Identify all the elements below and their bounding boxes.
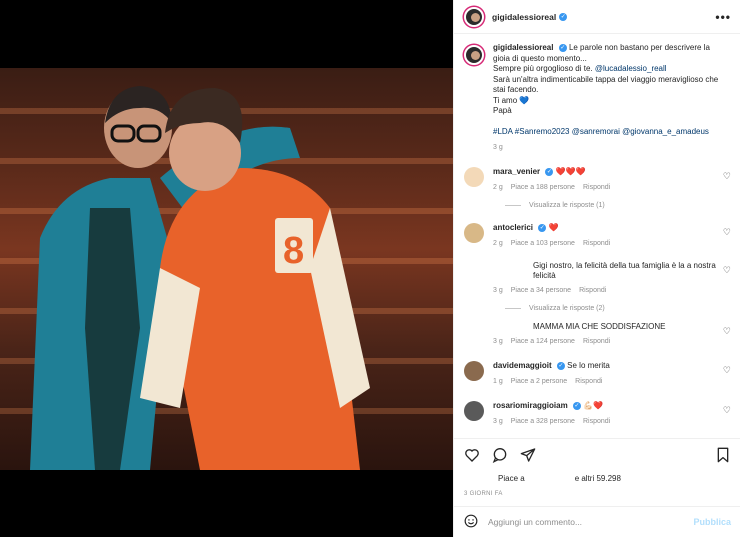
commenter-avatar[interactable] bbox=[464, 223, 484, 243]
like-comment-icon[interactable]: ♡ bbox=[723, 227, 731, 238]
comment-text: 💪🏻❤️ bbox=[583, 401, 604, 410]
emoji-icon[interactable] bbox=[464, 514, 478, 530]
caption-line-5: Papà bbox=[493, 106, 512, 115]
comment-likes[interactable]: Piace a 328 persone bbox=[511, 418, 575, 425]
view-replies-label[interactable]: Visualizza le risposte (2) bbox=[529, 305, 605, 312]
comment-time: 3 g bbox=[493, 418, 503, 425]
comment-time: 1 g bbox=[493, 378, 503, 385]
view-replies-label[interactable]: Visualizza le risposte (1) bbox=[529, 202, 605, 209]
post-date: 3 GIORNI FA bbox=[464, 491, 503, 497]
reply-button[interactable]: Rispondi bbox=[583, 184, 610, 191]
save-icon[interactable] bbox=[715, 447, 731, 463]
commenter-avatar[interactable] bbox=[464, 261, 484, 281]
like-icon[interactable] bbox=[464, 447, 480, 463]
comment-likes[interactable]: Piace a 2 persone bbox=[511, 378, 567, 385]
post-media-area: 8 bbox=[0, 0, 453, 537]
caption-line-3: Sarà un'altra indimenticabile tappa del … bbox=[493, 74, 719, 95]
verified-badge-icon: ✓ bbox=[538, 223, 547, 232]
comment-item: davidemaggioit ✓ Se lo merita 1 g Piace a… bbox=[464, 361, 731, 387]
comment-item: rosariomiraggioiam ✓ 💪🏻❤️ 3 g Piace a 328… bbox=[464, 401, 731, 427]
caption-avatar[interactable] bbox=[464, 45, 484, 65]
instagram-post-view: 8 gigidalessioreal ✓ ••• gigidalessiorea… bbox=[0, 0, 740, 537]
author-avatar[interactable] bbox=[464, 6, 484, 27]
verified-badge-icon: ✓ bbox=[559, 12, 568, 21]
verified-badge-icon: ✓ bbox=[558, 43, 567, 52]
post-side-panel: gigidalessioreal ✓ ••• gigidalessioreal … bbox=[453, 0, 740, 537]
reply-button[interactable]: Rispondi bbox=[583, 338, 610, 345]
comment-text: ❤️❤️❤️ bbox=[555, 167, 586, 176]
comment-icon[interactable] bbox=[492, 447, 508, 464]
like-comment-icon[interactable]: ♡ bbox=[723, 365, 731, 376]
commenter-avatar[interactable] bbox=[464, 167, 484, 187]
caption-line-2: Sempre più orgoglioso di te. bbox=[493, 64, 595, 73]
comment-item: Gigi nostro, la felicità della tua famig… bbox=[464, 261, 731, 296]
comment-text: Gigi nostro, la felicità della tua famig… bbox=[533, 261, 716, 280]
comment-time: 2 g bbox=[493, 240, 503, 247]
caption-time: 3 g bbox=[493, 143, 503, 151]
like-comment-icon[interactable]: ♡ bbox=[723, 326, 731, 337]
comment-time: 3 g bbox=[493, 338, 503, 345]
comment-username[interactable]: davidemaggioit bbox=[493, 361, 552, 370]
comments-list[interactable]: gigidalessioreal ✓ Le parole non bastano… bbox=[454, 35, 740, 438]
author-username[interactable]: gigidalessioreal bbox=[492, 12, 556, 22]
publish-button[interactable]: Pubblica bbox=[693, 517, 731, 527]
post-caption: gigidalessioreal ✓ Le parole non bastano… bbox=[464, 43, 731, 153]
caption-line-4: Ti amo 💙 bbox=[493, 95, 530, 105]
like-comment-icon[interactable]: ♡ bbox=[723, 171, 731, 182]
mention-link[interactable]: @lucadalessio_reall bbox=[595, 64, 667, 73]
reply-button[interactable]: Rispondi bbox=[583, 240, 610, 247]
reply-button[interactable]: Rispondi bbox=[579, 287, 606, 294]
comment-text: MAMMA MIA CHE SODDISFAZIONE bbox=[533, 322, 666, 331]
comment-item: antoclerici ✓ ❤️ 2 g Piace a 103 persone R… bbox=[464, 223, 731, 249]
caption-username[interactable]: gigidalessioreal bbox=[493, 43, 553, 52]
reply-button[interactable]: Rispondi bbox=[575, 378, 602, 385]
like-comment-icon[interactable]: ♡ bbox=[723, 405, 731, 416]
more-options-icon[interactable]: ••• bbox=[715, 10, 731, 24]
comment-likes[interactable]: Piace a 124 persone bbox=[511, 338, 575, 345]
comment-item: mara_venier ✓ ❤️❤️❤️ 2 g Piace a 188 pers… bbox=[464, 167, 731, 193]
verified-badge-icon: ✓ bbox=[545, 167, 554, 176]
svg-text:8: 8 bbox=[283, 230, 304, 272]
likes-prefix: Piace a bbox=[498, 474, 525, 483]
comment-text: ❤️ bbox=[548, 223, 559, 232]
likes-summary[interactable]: Piace a e altri 59.298 bbox=[498, 474, 621, 483]
reply-button[interactable]: Rispondi bbox=[583, 418, 610, 425]
comment-time: 2 g bbox=[493, 184, 503, 191]
post-actions: Piace a e altri 59.298 3 GIORNI FA bbox=[454, 438, 740, 504]
caption-tags[interactable]: #LDA #Sanremo2023 @sanremorai @giovanna_… bbox=[493, 127, 709, 136]
post-photo[interactable]: 8 bbox=[0, 68, 453, 470]
post-header: gigidalessioreal ✓ ••• bbox=[454, 0, 740, 34]
like-comment-icon[interactable]: ♡ bbox=[723, 265, 731, 276]
comment-username[interactable]: rosariomiraggioiam bbox=[493, 401, 568, 410]
comment-username[interactable]: antoclerici bbox=[493, 223, 533, 232]
comment-likes[interactable]: Piace a 103 persone bbox=[511, 240, 575, 247]
comment-username[interactable]: mara_venier bbox=[493, 167, 540, 176]
comment-item: MAMMA MIA CHE SODDISFAZIONE 3 g Piace a 1… bbox=[464, 322, 731, 347]
share-icon[interactable] bbox=[520, 447, 536, 463]
comment-likes[interactable]: Piace a 188 persone bbox=[511, 184, 575, 191]
comment-input[interactable]: Aggiungi un commento... bbox=[488, 517, 693, 527]
commenter-avatar[interactable] bbox=[464, 401, 484, 421]
verified-badge-icon: ✓ bbox=[572, 401, 581, 410]
comment-text: Se lo merita bbox=[567, 361, 610, 370]
view-replies[interactable]: Visualizza le risposte (1) bbox=[505, 202, 731, 209]
commenter-avatar[interactable] bbox=[464, 322, 484, 342]
commenter-avatar[interactable] bbox=[464, 361, 484, 381]
comment-likes[interactable]: Piace a 34 persone bbox=[511, 287, 571, 294]
verified-badge-icon: ✓ bbox=[556, 361, 565, 370]
comment-time: 3 g bbox=[493, 287, 503, 294]
view-replies[interactable]: Visualizza le risposte (2) bbox=[505, 305, 731, 312]
likes-count[interactable]: e altri 59.298 bbox=[575, 474, 621, 483]
add-comment-bar: Aggiungi un commento... Pubblica bbox=[454, 506, 740, 537]
